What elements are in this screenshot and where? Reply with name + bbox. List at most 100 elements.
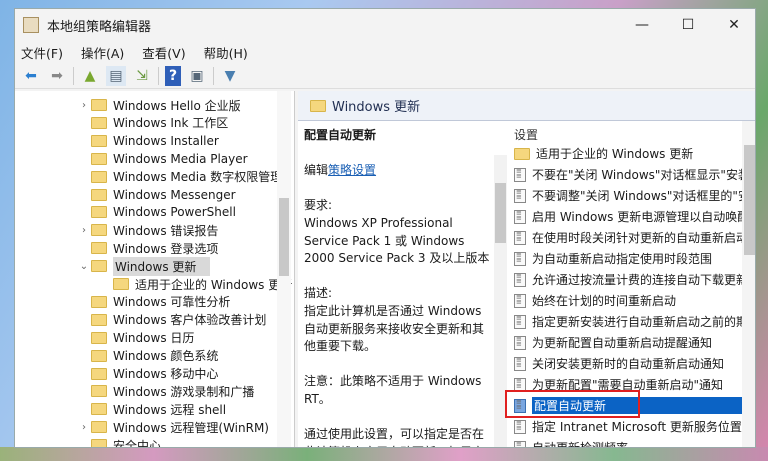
setting-label: 为自动重新启动指定使用时段范围 — [532, 252, 713, 266]
folder-icon — [113, 278, 129, 290]
policy-icon: ≡≡ — [514, 251, 526, 266]
tree-item[interactable]: ⌄ Windows 更新 — [77, 256, 211, 276]
tree-item[interactable]: › Windows Hello 企业版 — [77, 96, 241, 114]
folder-icon — [91, 116, 107, 129]
filter-icon[interactable]: ▼ — [220, 66, 240, 86]
tree-item-label: Windows 可靠性分析 — [113, 295, 231, 310]
policy-icon: ≡≡ — [514, 188, 526, 203]
menu-action[interactable]: 操作(A) — [81, 43, 124, 62]
tree-item[interactable]: Windows 客户体验改善计划 — [77, 311, 266, 329]
folder-icon — [91, 331, 107, 344]
tree-item[interactable]: › Windows 错误报告 — [77, 221, 218, 239]
folder-icon — [91, 242, 107, 255]
policy-settings-link[interactable]: 策略设置 — [328, 163, 376, 177]
policy-icon: ≡≡ — [514, 440, 526, 447]
app-icon — [23, 17, 39, 33]
tree-item[interactable]: Windows PowerShell — [77, 203, 236, 221]
setting-label: 始终在计划的时间重新启动 — [532, 294, 677, 308]
export-list-icon[interactable]: ⇲ — [132, 66, 152, 86]
scroll-thumb[interactable] — [744, 145, 755, 255]
tree-item-label: 安全中心 — [113, 438, 162, 448]
tree-item-label: Windows 颜色系统 — [113, 349, 219, 364]
tree-item[interactable]: Windows Ink 工作区 — [77, 114, 228, 132]
tree-item-label: Windows 移动中心 — [113, 367, 219, 381]
up-folder-icon[interactable]: ▲ — [80, 66, 100, 86]
show-hide-tree-icon[interactable]: ▤ — [106, 65, 126, 86]
menu-file[interactable]: 文件(F) — [21, 43, 63, 62]
tree-item[interactable]: Windows 游戏录制和广播 — [77, 382, 254, 400]
tree-item[interactable]: Windows 远程 shell — [77, 400, 226, 418]
setting-item[interactable]: ≡ ≡ 启用 Windows 更新电源管理以自动唤醒 — [510, 206, 742, 227]
tree-scrollbar[interactable] — [277, 91, 291, 447]
scroll-thumb[interactable] — [495, 183, 506, 243]
details-header-title: Windows 更新 — [332, 100, 421, 115]
back-arrow-icon[interactable]: ⬅ — [21, 66, 41, 86]
setting-item[interactable]: ≡ ≡ 关闭安装更新时的自动重新启动通知 — [510, 353, 742, 374]
scroll-thumb[interactable] — [279, 198, 289, 276]
requirements-label: 要求: — [304, 198, 333, 213]
setting-item[interactable]: ≡ ≡ 为自动重新启动指定使用时段范围 — [510, 248, 742, 269]
tree-item[interactable]: 安全中心 — [77, 436, 162, 448]
setting-item[interactable]: 适用于企业的 Windows 更新 — [510, 143, 742, 164]
setting-item[interactable]: ≡ ≡ 指定更新安装进行自动重新启动之前的期限 — [510, 311, 742, 332]
settings-scrollbar[interactable] — [742, 121, 755, 447]
tree-item-label: Windows Media Player — [113, 151, 248, 166]
tree-item[interactable]: Windows 可靠性分析 — [77, 293, 230, 311]
highlight-box — [505, 390, 640, 418]
maximize-button[interactable]: ☐ — [665, 9, 711, 41]
tree-item[interactable]: › Windows 远程管理(WinRM) — [77, 418, 269, 436]
setting-item[interactable]: ≡≡ 自动更新检测频率 — [510, 437, 742, 447]
expander-icon[interactable]: › — [77, 100, 91, 111]
tree-item[interactable]: Windows 日历 — [77, 329, 194, 347]
setting-label: 指定 Intranet Microsoft 更新服务位置 — [532, 420, 742, 434]
desktop-background — [0, 447, 768, 461]
tree-item[interactable]: Windows Messenger — [77, 186, 236, 204]
setting-item[interactable]: ≡ ≡ 在使用时段关闭针对更新的自动重新启动 — [510, 227, 742, 248]
setting-item[interactable]: ≡≡ 不要在"关闭 Windows"对话框显示"安装更新并关机" — [510, 164, 742, 185]
folder-icon — [91, 206, 107, 219]
tree-item-label: Windows Hello 企业版 — [113, 98, 241, 113]
forward-arrow-icon[interactable]: ➡ — [47, 66, 67, 86]
tree-item-label: Windows Installer — [113, 133, 219, 148]
description-panel: 配置自动更新 编辑策略设置 要求: Windows XP Professiona… — [304, 127, 494, 447]
description-text: 指定此计算机是否通过 Windows 自动更新服务来接收安全更新和其他重要下载。 — [304, 303, 485, 354]
folder-icon — [91, 439, 107, 447]
setting-item[interactable]: ≡ ≡ 允许通过按流量计费的连接自动下载更新 — [510, 269, 742, 290]
tree-item-label: Windows 远程管理(WinRM) — [113, 420, 269, 435]
close-button[interactable]: ✕ — [711, 9, 755, 41]
tree-item[interactable]: Windows Media 数字权限管理 — [77, 168, 282, 186]
tree-item[interactable]: Windows 颜色系统 — [77, 347, 218, 365]
setting-label: 适用于企业的 Windows 更新 — [536, 147, 694, 161]
setting-label: 指定更新安装进行自动重新启动之前的期限 — [532, 315, 742, 329]
settings-column-header[interactable]: 设置 — [510, 121, 742, 143]
tree-item[interactable]: Windows 登录选项 — [77, 239, 218, 257]
description-label: 描述: — [304, 286, 333, 301]
policy-icon: ≡≡ — [514, 167, 526, 182]
setting-label: 在使用时段关闭针对更新的自动重新启动 — [532, 231, 742, 245]
menu-help[interactable]: 帮助(H) — [204, 43, 248, 62]
tree-item[interactable]: 适用于企业的 Windows 更新 — [99, 275, 292, 293]
tree-item-label: Windows 游戏录制和广播 — [113, 384, 255, 399]
setting-item[interactable]: ≡ ≡ 为更新配置自动重新启动提醒通知 — [510, 332, 742, 353]
tree-item[interactable]: Windows 移动中心 — [77, 365, 218, 383]
setting-item[interactable]: ≡≡ 不要调整"关闭 Windows"对话框里的"安装更新并关机" — [510, 185, 742, 206]
minimize-button[interactable]: — — [619, 9, 665, 41]
menu-view[interactable]: 查看(V) — [142, 43, 185, 62]
tree-item[interactable]: Windows Media Player — [77, 150, 248, 168]
folder-icon — [514, 147, 530, 160]
folder-icon — [91, 313, 107, 326]
expander-icon[interactable]: › — [77, 422, 91, 433]
help-icon[interactable]: ? — [165, 65, 181, 86]
expander-icon[interactable]: › — [77, 225, 91, 236]
setting-item[interactable]: ≡ ≡ 指定 Intranet Microsoft 更新服务位置 — [510, 416, 742, 437]
window-title: 本地组策略编辑器 — [47, 19, 152, 35]
policy-icon: ≡≡ — [514, 314, 526, 329]
setting-item[interactable]: ≡ ≡ 始终在计划的时间重新启动 — [510, 290, 742, 311]
tree-pane: › Windows Hello 企业版 Windows Ink 工作区 Windows… — [15, 91, 295, 448]
policy-icon: ≡≡ — [514, 293, 526, 308]
tree-item-label: Windows 客户体验改善计划 — [113, 313, 267, 328]
tree-item[interactable]: Windows Installer — [77, 132, 219, 150]
policy-icon: ≡≡ — [514, 230, 526, 245]
properties-pane-icon[interactable]: ▣ — [187, 66, 207, 86]
expander-icon[interactable]: ⌄ — [77, 261, 91, 272]
